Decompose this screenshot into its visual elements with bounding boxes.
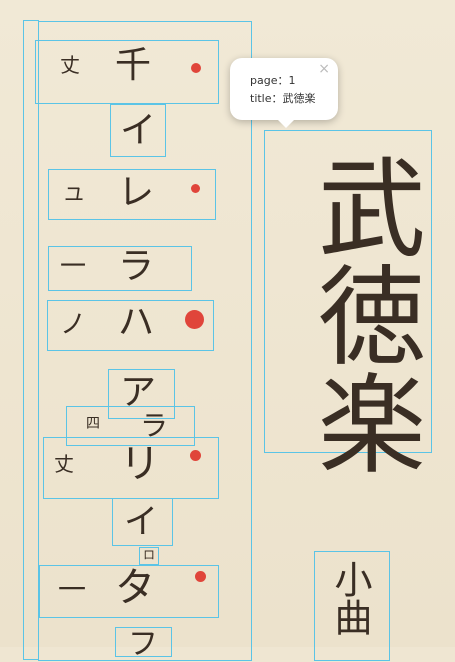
notation-main-10: ロ <box>143 548 156 562</box>
notation-main-8: リ <box>120 441 160 487</box>
notation-main-7: ラ <box>140 409 169 442</box>
notation-main-5: ハ <box>118 302 155 343</box>
score-subtitle: 小曲 <box>328 560 372 636</box>
tooltip-page-value: 1 <box>288 74 296 87</box>
notation-left-4: 一 <box>60 252 87 282</box>
notation-main-2: イ <box>120 110 157 151</box>
red-mark-11 <box>195 571 206 582</box>
notation-main-9: イ <box>124 502 158 542</box>
red-mark-1 <box>191 63 201 73</box>
notation-main-3: レ <box>118 172 155 213</box>
tooltip-title-value: 武徳楽 <box>282 92 316 105</box>
notation-left-8: 丈 <box>54 452 74 476</box>
notation-left-11: 一 <box>58 573 87 606</box>
tooltip-page-label: page： <box>250 74 289 87</box>
column-box-outer[interactable] <box>23 20 39 660</box>
notation-main-12: フ <box>128 627 158 662</box>
notation-left-7: 四 <box>86 416 100 432</box>
score-title: 武徳楽 <box>300 152 425 476</box>
notation-left-1: 丈 <box>60 53 80 77</box>
notation-left-3: ユ <box>64 182 84 206</box>
notation-left-5: ノ <box>60 310 87 340</box>
tooltip-title-label: title： <box>250 92 283 105</box>
info-tooltip: × page：1 title：武徳楽 <box>230 58 338 128</box>
tooltip-page-row: page：1 <box>250 72 295 88</box>
red-mark-8 <box>190 450 201 461</box>
close-icon[interactable]: × <box>318 61 330 77</box>
notation-main-1: 千 <box>115 45 152 86</box>
notation-main-11: タ <box>115 565 155 611</box>
red-mark-5 <box>185 310 204 329</box>
red-mark-3 <box>191 184 200 193</box>
tooltip-title-row: title：武徳楽 <box>250 90 316 106</box>
notation-main-4: ラ <box>118 246 155 287</box>
